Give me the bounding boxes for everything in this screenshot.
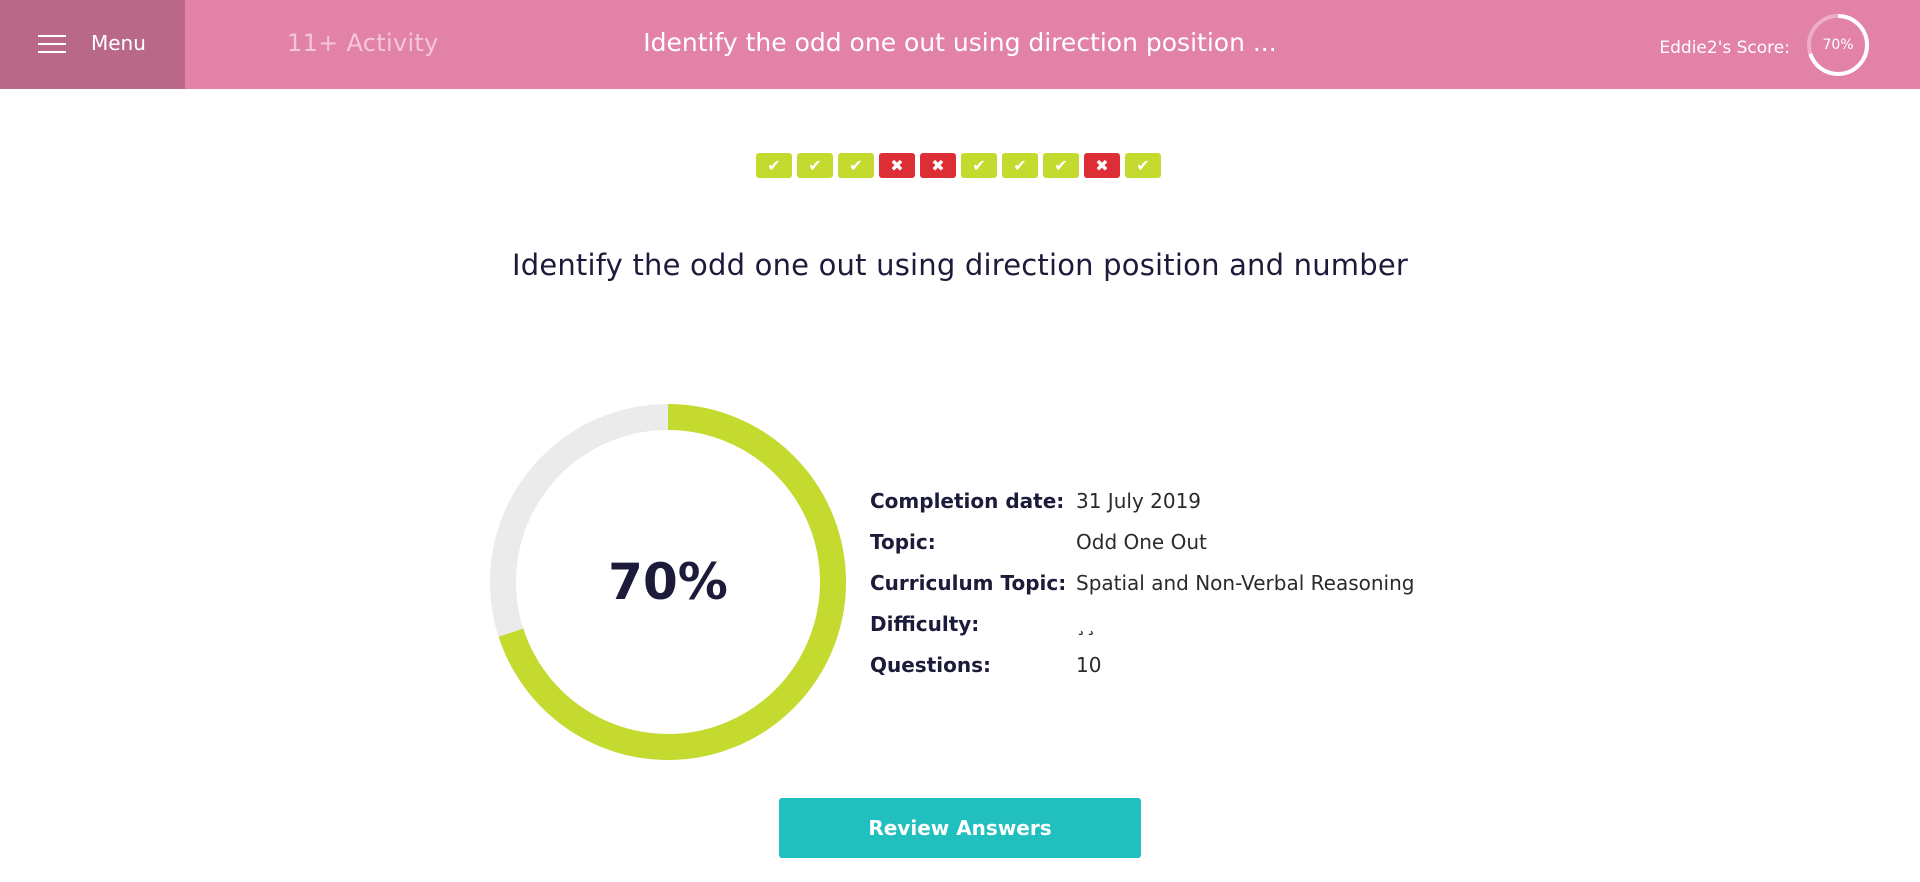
correct-result-icon: ✔ [1043,153,1079,178]
detail-row: Curriculum Topic: Spatial and Non-Verbal… [870,562,1414,603]
header-title: Identify the odd one out using direction… [643,28,1277,57]
incorrect-result-icon: ✖ [920,153,956,178]
detail-row: Completion date: 31 July 2019 [870,480,1414,521]
menu-button[interactable]: Menu [0,0,185,89]
incorrect-result-icon: ✖ [879,153,915,178]
activity-details: Completion date: 31 July 2019 Topic: Odd… [870,480,1414,685]
detail-row: Difficulty: ¸¸ [870,603,1414,644]
review-answers-button[interactable]: Review Answers [779,798,1141,858]
correct-result-icon: ✔ [756,153,792,178]
detail-value: Odd One Out [1076,529,1207,554]
detail-value: Spatial and Non-Verbal Reasoning [1076,570,1415,595]
score-label: Eddie2's Score: [1659,38,1790,58]
detail-row: Questions: 10 [870,644,1414,685]
top-header: Menu 11+ Activity Identify the odd one o… [0,0,1920,89]
menu-label: Menu [91,31,146,55]
incorrect-result-icon: ✖ [1084,153,1120,178]
correct-result-icon: ✔ [797,153,833,178]
detail-label: Topic: [870,529,936,554]
correct-result-icon: ✔ [838,153,874,178]
detail-label: Curriculum Topic: [870,570,1067,595]
detail-label: Difficulty: [870,611,980,636]
difficulty-value: ¸¸ [1076,611,1096,636]
correct-result-icon: ✔ [961,153,997,178]
activity-title: Identify the odd one out using direction… [511,248,1409,282]
mini-score-text: 70% [1822,37,1854,53]
correct-result-icon: ✔ [1125,153,1161,178]
detail-row: Topic: Odd One Out [870,521,1414,562]
question-results: ✔ ✔ ✔ ✖ ✖ ✔ ✔ ✔ ✖ ✔ [756,153,1161,179]
correct-result-icon: ✔ [1002,153,1038,178]
detail-label: Questions: [870,652,992,677]
activity-link[interactable]: 11+ Activity [287,29,439,57]
score-percentage: 70% [608,553,728,611]
hamburger-icon [38,35,66,53]
detail-value: 10 [1076,652,1102,677]
detail-label: Completion date: [870,488,1065,513]
detail-value: 31 July 2019 [1076,488,1202,513]
